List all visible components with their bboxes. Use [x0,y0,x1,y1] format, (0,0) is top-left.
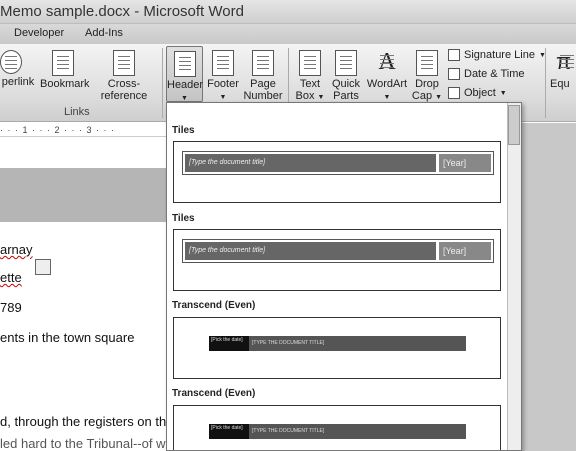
signature-line-label: Signature Line [464,49,535,61]
transcend-preview: [Pick the date] [TYPE THE DOCUMENT TITLE… [209,336,466,351]
gallery-section-title: Tiles [172,125,195,136]
cross-reference-button[interactable]: Cross-reference [88,50,160,102]
doc-line-5: d, through the registers on the [0,414,174,429]
date-placeholder: [Pick the date] [209,336,249,351]
doc-line-6: led hard to the Tribunal--of whe [0,436,180,451]
chevron-down-icon: ▼ [499,89,507,97]
chevron-down-icon: ▼ [181,95,188,102]
footer-label: Footer [207,78,239,90]
hyperlink-button[interactable]: perlink [0,50,36,88]
object-label: Object [464,87,496,99]
doc-line-3: 789 [0,300,22,315]
paste-options-icon[interactable] [35,259,51,275]
text-box-icon [299,50,321,76]
doc-title-placeholder: [TYPE THE DOCUMENT TITLE] [252,428,325,434]
wordart-icon: A [376,50,398,76]
gallery-section-title: Transcend (Even) [172,300,256,311]
doc-line-2: ette [0,270,22,285]
gallery-item-transcend-even[interactable]: [Pick the date] [TYPE THE DOCUMENT TITLE… [173,405,501,450]
tab-developer[interactable]: Developer [14,27,64,39]
drop-cap-button[interactable]: Drop Cap ▼ [411,50,443,104]
quick-parts-label-2: Parts [333,90,359,102]
chevron-down-icon: ▼ [383,94,391,101]
document-shaded-block [0,168,166,222]
gallery-item-tiles[interactable]: [Type the document title] [Year] [173,141,501,203]
doc-line-1: arnay [0,242,33,257]
wordart-label: WordArt [366,78,408,90]
gallery-section-title: Transcend (Even) [172,388,256,399]
window-title: Memo sample.docx - Microsoft Word [0,0,576,24]
quick-parts-icon [335,50,357,76]
horizontal-ruler[interactable]: · · · 1 · · · 2 · · · 3 · · · [0,123,166,137]
links-group-label: Links [64,106,90,118]
page-number-icon [252,50,274,76]
document-margin-area [522,123,576,451]
cross-reference-label: Cross-reference [100,78,148,102]
group-divider [162,48,163,118]
quick-parts-label-1: Quick [331,78,361,90]
footer-icon [212,50,234,76]
tab-add-ins[interactable]: Add-Ins [85,27,123,39]
header-gallery[interactable]: Tiles [Type the document title] [Year] T… [166,102,522,451]
ribbon-tabs: Developer Add-Ins [0,24,576,44]
gallery-section-title: Tiles [172,213,195,224]
text-box-label-1: Text [299,78,321,90]
header-label: Header [167,79,204,91]
gallery-item-transcend-even[interactable]: [Pick the date] [TYPE THE DOCUMENT TITLE… [173,317,501,379]
doc-title-placeholder: [Type the document title] [185,242,436,260]
gallery-item-tiles[interactable]: [Type the document title] [Year] [173,229,501,291]
drop-cap-label-2: Cap [411,90,433,102]
hyperlink-label: perlink [1,76,35,88]
date-time-label: Date & Time [464,68,525,80]
year-placeholder: [Year] [439,154,491,172]
footer-button[interactable]: Footer ▼ [205,50,241,104]
header-icon [173,51,196,77]
scrollbar-thumb[interactable] [508,105,520,145]
year-placeholder: [Year] [439,242,491,260]
gallery-scrollbar[interactable] [507,103,521,450]
bookmark-label: Bookmark [40,78,90,90]
equation-button[interactable]: π Equ [550,50,576,90]
tiles-preview: [Type the document title] [Year] [182,239,494,263]
drop-cap-label-1: Drop [415,78,439,90]
group-divider [545,48,546,118]
doc-title-placeholder: [Type the document title] [185,154,436,172]
text-box-label-2: Box [295,90,315,102]
doc-title-placeholder: [TYPE THE DOCUMENT TITLE] [252,340,325,346]
calendar-icon [448,68,460,80]
doc-line-4: ents in the town square [0,330,135,345]
page-number-label-1: Page [250,78,276,90]
equation-label: Equ [550,78,570,90]
chevron-down-icon: ▼ [219,94,227,101]
object-icon [448,87,460,99]
date-time-button[interactable]: Date & Time [448,68,525,80]
drop-cap-icon [416,50,438,76]
header-button[interactable]: Header ▼ [166,46,203,102]
signature-line-button[interactable]: Signature Line ▼ [448,49,546,61]
bookmark-icon [52,50,74,76]
wordart-button[interactable]: A WordArt ▼ [366,50,408,104]
bookmark-button[interactable]: Bookmark [40,50,90,90]
chevron-down-icon: ▼ [317,94,325,101]
tiles-preview: [Type the document title] [Year] [182,151,494,175]
cross-reference-icon [113,50,135,76]
signature-icon [448,49,460,61]
globe-icon [0,50,22,74]
transcend-preview: [Pick the date] [TYPE THE DOCUMENT TITLE… [209,424,466,439]
page-number-label-2: Number [243,90,283,102]
pi-icon: π [556,50,576,76]
date-placeholder: [Pick the date] [209,424,249,439]
text-box-button[interactable]: Text Box ▼ [293,50,327,104]
chevron-down-icon: ▼ [435,94,443,101]
object-button[interactable]: Object ▼ [448,87,507,99]
